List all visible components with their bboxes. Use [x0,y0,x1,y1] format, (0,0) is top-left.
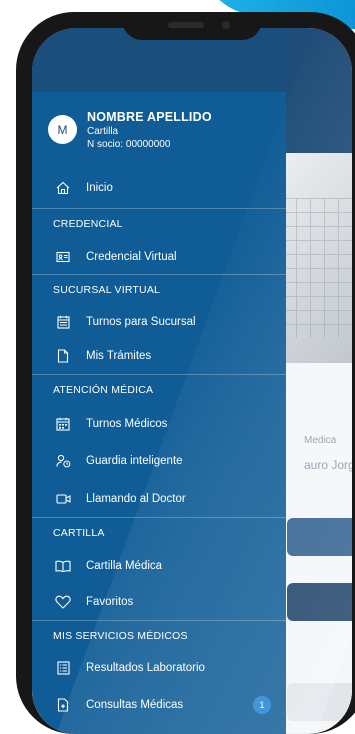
building-pattern [282,198,352,338]
phone-screen: Medica auro Jorge M NOMBRE APELLIDO Cart… [32,28,352,734]
profile-text: NOMBRE APELLIDO Cartilla N socio: 000000… [87,110,212,150]
front-camera [222,21,230,29]
heart-icon [53,592,73,612]
menu-item-mis-tramites[interactable]: Mis Trámites [32,338,286,374]
menu-item-label: Inicio [86,182,113,194]
menu-item-label: Credencial Virtual [86,250,177,263]
menu-item-label: Consultas Médicas [86,699,184,711]
section-servicios-medicos: MIS SERVICIOS MÉDICOS [32,620,286,651]
menu-item-label: Favoritos [86,595,134,608]
menu-item-label: Cartilla Médica [86,559,163,572]
menu-item-llamando-doctor[interactable]: Llamando al Doctor [32,480,286,517]
user-plan: Cartilla [87,126,119,137]
member-number: N socio: 00000000 [87,139,171,150]
document-icon [53,346,73,366]
speaker [168,22,204,28]
menu-item-label: Turnos Médicos [86,417,168,430]
clipboard-list-icon [53,658,73,678]
menu-item-turnos-sucursal[interactable]: Turnos para Sucursal [32,305,286,338]
phone-frame: Medica auro Jorge M NOMBRE APELLIDO Cart… [16,12,355,734]
menu-item-label: Turnos para Sucursal [86,315,196,328]
avatar: M [48,115,77,144]
menu-item-label: Guardia inteligente [86,455,183,467]
section-credencial: CREDENCIAL [32,208,286,239]
background-bar [287,683,352,721]
menu-item-turnos-medicos[interactable]: Turnos Médicos [32,405,286,442]
user-profile[interactable]: M NOMBRE APELLIDO Cartilla N socio: 0000… [48,110,212,150]
background-button-primary[interactable] [287,518,352,556]
menu-item-cartilla-medica[interactable]: Cartilla Médica [32,548,286,583]
background-label: Medica [304,435,337,446]
calendar-list-icon [53,312,73,332]
menu-item-inicio[interactable]: Inicio [32,168,286,208]
section-atencion-medica: ATENCIÓN MÉDICA [32,374,286,405]
menu-item-favoritos[interactable]: Favoritos [32,583,286,620]
menu-item-guardia-inteligente[interactable]: Guardia inteligente [32,442,286,480]
calendar-icon [53,414,73,434]
notification-badge: 1 [253,696,271,714]
section-cartilla: CARTILLA [32,517,286,548]
menu-item-credencial-virtual[interactable]: Credencial Virtual [32,239,286,274]
drawer-menu: Inicio CREDENCIAL Credencial Virtual SUC… [32,168,286,725]
menu-item-label: Resultados Laboratorio [86,662,205,674]
menu-item-resultados-laboratorio[interactable]: Resultados Laboratorio [32,651,286,685]
home-icon [53,178,73,198]
background-button-secondary[interactable] [287,583,352,621]
medical-file-icon [53,695,73,715]
menu-item-label: Mis Trámites [86,350,152,362]
menu-item-label: Llamando al Doctor [86,492,186,505]
open-book-icon [53,556,73,576]
section-sucursal: SUCURSAL VIRTUAL [32,274,286,305]
user-clock-icon [53,451,73,471]
navigation-drawer: M NOMBRE APELLIDO Cartilla N socio: 0000… [32,28,286,734]
user-name: NOMBRE APELLIDO [87,110,212,124]
video-camera-icon [53,489,73,509]
menu-item-consultas-medicas[interactable]: Consultas Médicas 1 [32,685,286,725]
id-card-icon [53,247,73,267]
background-doctor-name: auro Jorge [304,458,352,472]
